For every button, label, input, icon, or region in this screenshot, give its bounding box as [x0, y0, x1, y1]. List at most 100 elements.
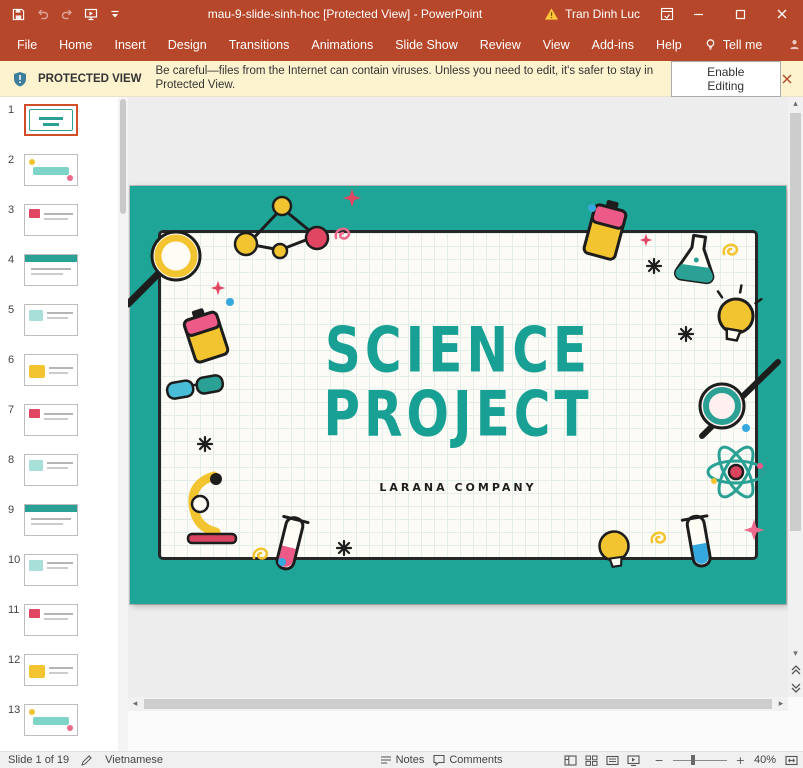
normal-view-button[interactable]	[564, 754, 577, 767]
scroll-right-arrow[interactable]: ▸	[774, 697, 788, 711]
scroll-left-arrow[interactable]: ◂	[128, 697, 142, 711]
slide-thumbnail-preview[interactable]	[24, 504, 78, 536]
molecule-doodle	[235, 197, 328, 258]
vertical-scrollbar[interactable]: ▴ ▾	[788, 97, 803, 751]
slide-thumbnail-2[interactable]: 2	[0, 154, 118, 204]
slide-thumbnail-number: 4	[0, 254, 22, 304]
thumbnail-list: 12345678910111213	[0, 97, 118, 751]
quick-access-toolbar	[0, 2, 125, 26]
ribbon-tab-insert[interactable]: Insert	[104, 28, 157, 61]
start-slideshow-icon[interactable]	[80, 2, 101, 26]
slide-thumbnail-preview[interactable]	[24, 204, 78, 236]
undo-icon[interactable]	[32, 2, 53, 26]
ribbon-tab-help[interactable]: Help	[645, 28, 693, 61]
slide-sorter-view-button[interactable]	[585, 754, 598, 767]
save-icon[interactable]	[8, 2, 29, 26]
reading-view-button[interactable]	[606, 754, 619, 767]
slide-thumbnail-11[interactable]: 11	[0, 604, 118, 654]
next-slide-button[interactable]	[788, 679, 803, 697]
share-person-icon	[788, 38, 801, 51]
slide-thumbnail-12[interactable]: 12	[0, 654, 118, 704]
slide-thumbnail-3[interactable]: 3	[0, 204, 118, 254]
flask-doodle	[675, 234, 719, 284]
slide-thumbnail-10[interactable]: 10	[0, 554, 118, 604]
ribbon-tab-design[interactable]: Design	[157, 28, 218, 61]
spell-check-icon[interactable]	[81, 754, 93, 766]
slide-thumbnail-6[interactable]: 6	[0, 354, 118, 404]
slide-thumbnail-preview[interactable]	[24, 654, 78, 686]
slide-thumbnail-preview[interactable]	[24, 704, 78, 736]
slide-thumbnail-preview[interactable]	[24, 154, 78, 186]
ribbon-tab-file[interactable]: File	[6, 28, 48, 61]
warning-icon	[544, 7, 559, 21]
slide-title[interactable]: SCIENCE PROJECT	[130, 318, 786, 446]
slide-thumbnail-13[interactable]: 13	[0, 704, 118, 751]
close-message-bar-icon[interactable]	[781, 73, 793, 85]
vertical-scroll-thumb[interactable]	[790, 113, 801, 531]
slide-thumbnail-1[interactable]: 1	[0, 104, 118, 154]
zoom-level[interactable]: 40%	[754, 754, 776, 766]
fit-slide-to-window-button[interactable]	[785, 754, 798, 767]
slide-subtitle[interactable]: LARANA COMPANY	[130, 481, 786, 494]
comments-label: Comments	[449, 754, 502, 766]
slide-thumbnail-preview[interactable]	[24, 304, 78, 336]
comments-button[interactable]: Comments	[433, 754, 502, 766]
swirl-doodle	[254, 549, 267, 559]
notes-button[interactable]: Notes	[380, 754, 425, 766]
star-doodle	[640, 234, 653, 247]
powerpoint-window: mau-9-slide-sinh-hoc [Protected View] - …	[0, 0, 803, 768]
ribbon-tab-review[interactable]: Review	[469, 28, 532, 61]
language-indicator[interactable]: Vietnamese	[105, 754, 163, 766]
scroll-down-arrow[interactable]: ▾	[793, 647, 798, 661]
slide-thumbnail-4[interactable]: 4	[0, 254, 118, 304]
ribbon-display-options-icon[interactable]	[656, 2, 677, 26]
previous-slide-button[interactable]	[788, 661, 803, 679]
zoom-slider-thumb[interactable]	[691, 755, 695, 765]
user-name: Tran Dinh Luc	[565, 7, 640, 21]
slide-thumbnail-preview[interactable]	[24, 404, 78, 436]
slide-thumbnail-number: 1	[0, 104, 22, 154]
ribbon-tab-home[interactable]: Home	[48, 28, 103, 61]
account-info[interactable]: Tran Dinh Luc	[528, 7, 656, 21]
redo-icon[interactable]	[56, 2, 77, 26]
slide-thumbnail-9[interactable]: 9	[0, 504, 118, 554]
thumbnail-scroll-thumb[interactable]	[120, 99, 126, 214]
close-button[interactable]	[761, 0, 803, 28]
horizontal-scroll-track[interactable]	[142, 697, 774, 711]
minimize-button[interactable]	[677, 0, 719, 28]
horizontal-scrollbar[interactable]: ◂ ▸	[128, 697, 788, 711]
scroll-up-arrow[interactable]: ▴	[793, 97, 798, 111]
ribbon-tab-add-ins[interactable]: Add-ins	[581, 28, 645, 61]
tell-me-label: Tell me	[723, 38, 763, 52]
zoom-out-button[interactable]: −	[655, 754, 664, 767]
status-bar-right: Notes Comments −	[380, 754, 803, 767]
zoom-in-button[interactable]: +	[736, 754, 745, 767]
slide-thumbnail-preview[interactable]	[24, 604, 78, 636]
lightbulb-doodle	[598, 530, 631, 569]
ribbon-tab-animations[interactable]: Animations	[300, 28, 384, 61]
maximize-button[interactable]	[719, 0, 761, 28]
swirl-doodle	[336, 229, 349, 239]
slide-thumbnail-5[interactable]: 5	[0, 304, 118, 354]
slide-thumbnail-8[interactable]: 8	[0, 454, 118, 504]
customize-qat-icon[interactable]	[104, 2, 125, 26]
slide-thumbnail-preview[interactable]	[24, 554, 78, 586]
zoom-slider[interactable]	[673, 754, 727, 766]
slide-indicator[interactable]: Slide 1 of 19	[8, 754, 69, 766]
slide-thumbnail-preview[interactable]	[24, 354, 78, 386]
slide-thumbnail-preview[interactable]	[24, 254, 78, 286]
ribbon-tab-transitions[interactable]: Transitions	[218, 28, 301, 61]
slide-thumbnail-preview[interactable]	[24, 454, 78, 486]
share-button[interactable]: Share	[777, 28, 803, 61]
tell-me-button[interactable]: Tell me	[693, 28, 774, 61]
enable-editing-button[interactable]: Enable Editing	[671, 61, 781, 97]
slideshow-view-button[interactable]	[627, 754, 640, 767]
horizontal-scroll-thumb[interactable]	[144, 699, 772, 709]
ribbon-tab-view[interactable]: View	[532, 28, 581, 61]
slide-thumbnail-7[interactable]: 7	[0, 404, 118, 454]
vertical-scroll-track[interactable]	[788, 111, 803, 647]
slide-editor[interactable]: SCIENCE PROJECT LARANA COMPANY	[130, 186, 786, 604]
thumbnail-panel-scrollbar[interactable]	[118, 97, 128, 751]
slide-thumbnail-preview[interactable]	[24, 104, 78, 136]
ribbon-tab-slide-show[interactable]: Slide Show	[384, 28, 469, 61]
